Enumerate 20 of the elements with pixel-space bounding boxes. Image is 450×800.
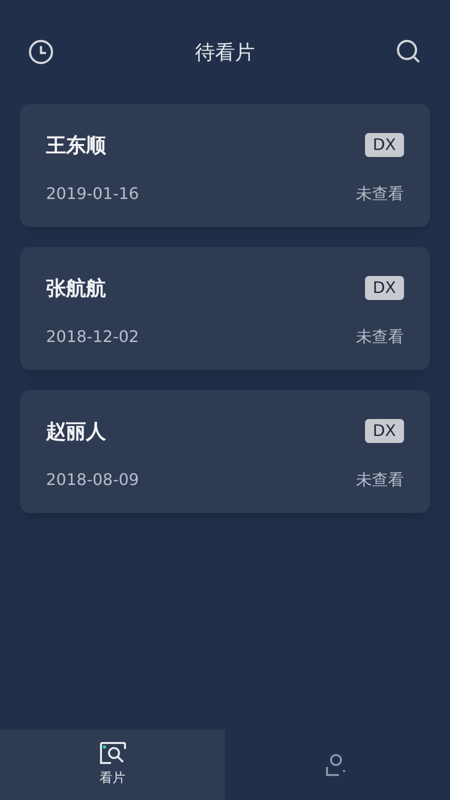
type-badge: DX	[364, 419, 404, 443]
record-card[interactable]: 张航航 DX 2018-12-02 未查看	[20, 247, 430, 370]
page-title: 待看片	[195, 39, 255, 66]
search-icon[interactable]	[396, 39, 422, 65]
type-badge: DX	[364, 133, 404, 157]
patient-name: 王东顺	[46, 132, 106, 159]
patient-name: 赵丽人	[46, 418, 106, 445]
patient-name: 张航航	[46, 275, 106, 302]
type-badge: DX	[364, 276, 404, 300]
record-date: 2019-01-16	[46, 183, 139, 205]
record-date: 2018-08-09	[46, 469, 139, 491]
record-date: 2018-12-02	[46, 326, 139, 348]
clock-icon[interactable]	[28, 39, 54, 65]
record-card[interactable]: 王东顺 DX 2019-01-16 未查看	[20, 104, 430, 227]
status-text: 未查看	[356, 183, 404, 205]
image-search-icon	[98, 741, 126, 766]
status-text: 未查看	[356, 326, 404, 348]
record-card[interactable]: 赵丽人 DX 2018-08-09 未查看	[20, 390, 430, 513]
nav-tab[interactable]: 看片	[0, 730, 225, 800]
status-text: 未查看	[356, 469, 404, 491]
